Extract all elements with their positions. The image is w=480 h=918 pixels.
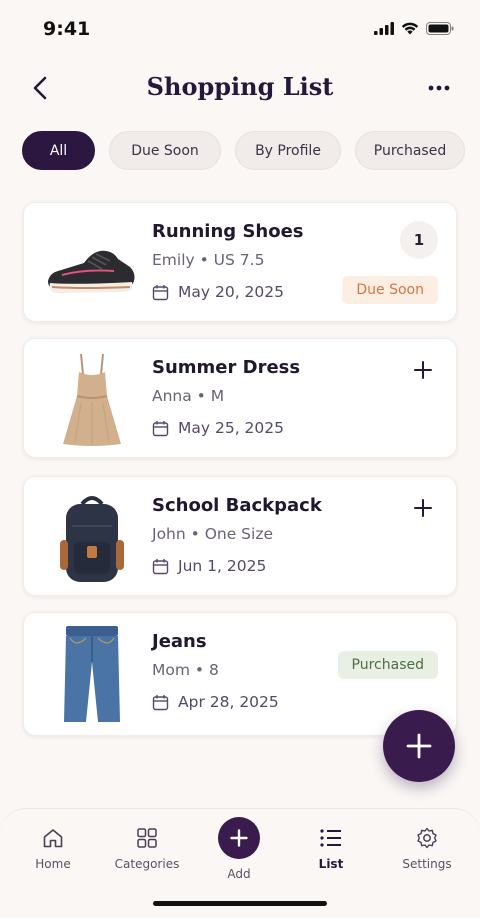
add-to-list-button[interactable]	[412, 359, 434, 381]
item-profile: John • One Size	[152, 525, 274, 543]
plus-icon	[414, 499, 432, 517]
list-item[interactable]: Running Shoes Emily • US 7.5 May 20, 202…	[23, 202, 457, 322]
gear-icon	[417, 827, 437, 849]
app-header: Shopping List	[0, 60, 480, 116]
nav-item-settings[interactable]: Settings	[387, 827, 467, 871]
signal-icon	[374, 22, 394, 35]
item-name: Jeans	[152, 631, 207, 652]
calendar-icon	[152, 694, 169, 710]
wifi-icon	[401, 22, 419, 35]
item-due-date: May 25, 2025	[152, 419, 284, 437]
home-icon	[43, 829, 63, 848]
more-options-button[interactable]	[426, 76, 452, 100]
item-date-text: Jun 1, 2025	[178, 557, 267, 575]
item-due-date: May 20, 2025	[152, 283, 284, 301]
list-item[interactable]: Jeans Mom • 8 Apr 28, 2025 Purchased	[23, 612, 457, 736]
status-bar: 9:41	[0, 0, 480, 60]
nav-label: Settings	[402, 857, 452, 871]
status-icons	[374, 22, 454, 35]
filter-by-profile[interactable]: By Profile	[235, 131, 341, 170]
summer-dress-image	[42, 353, 142, 447]
nav-label: Categories	[114, 857, 180, 871]
battery-icon	[426, 22, 454, 35]
nav-label: List	[318, 857, 344, 871]
running-shoe-image	[42, 217, 142, 311]
filter-due-soon[interactable]: Due Soon	[109, 131, 221, 170]
filter-purchased[interactable]: Purchased	[355, 131, 465, 170]
nav-item-home[interactable]: Home	[13, 827, 93, 871]
item-profile: Mom • 8	[152, 661, 219, 679]
nav-item-categories[interactable]: Categories	[107, 827, 187, 871]
plus-icon	[414, 361, 432, 379]
status-time: 9:41	[43, 18, 91, 40]
item-profile: Anna • M	[152, 387, 225, 405]
item-date-text: Apr 28, 2025	[178, 693, 279, 711]
item-date-text: May 25, 2025	[178, 419, 284, 437]
add-item-fab[interactable]	[383, 710, 455, 782]
item-date-text: May 20, 2025	[178, 283, 284, 301]
nav-label: Add	[227, 867, 251, 881]
filter-all[interactable]: All	[22, 131, 95, 170]
item-due-date: Apr 28, 2025	[152, 693, 279, 711]
jeans-image	[42, 626, 142, 722]
item-name: Running Shoes	[152, 221, 304, 242]
list-item[interactable]: School Backpack John • One Size Jun 1, 2…	[23, 476, 457, 596]
nav-item-list[interactable]: List	[291, 827, 371, 871]
filter-tabs: All Due Soon By Profile Purchased	[22, 131, 465, 170]
add-to-list-button[interactable]	[412, 497, 434, 519]
status-badge-due-soon: Due Soon	[342, 276, 438, 304]
list-icon	[320, 829, 341, 847]
item-name: Summer Dress	[152, 357, 301, 378]
nav-label: Home	[35, 857, 71, 871]
grid-icon	[137, 828, 157, 848]
list-item[interactable]: Summer Dress Anna • M May 25, 2025	[23, 338, 457, 458]
item-profile: Emily • US 7.5	[152, 251, 265, 269]
calendar-icon	[152, 558, 169, 574]
quantity-badge: 1	[400, 221, 438, 259]
home-indicator	[153, 901, 327, 906]
nav-add-button[interactable]	[218, 817, 260, 859]
page-title: Shopping List	[146, 72, 334, 101]
status-badge-purchased: Purchased	[337, 651, 438, 679]
nav-item-add[interactable]: Add	[199, 817, 279, 881]
plus-icon	[406, 733, 432, 759]
more-horizontal-icon	[428, 85, 450, 91]
item-due-date: Jun 1, 2025	[152, 557, 266, 575]
calendar-icon	[152, 420, 169, 436]
backpack-image	[42, 491, 142, 585]
item-name: School Backpack	[152, 495, 322, 516]
plus-icon	[230, 829, 248, 847]
calendar-icon	[152, 284, 169, 300]
